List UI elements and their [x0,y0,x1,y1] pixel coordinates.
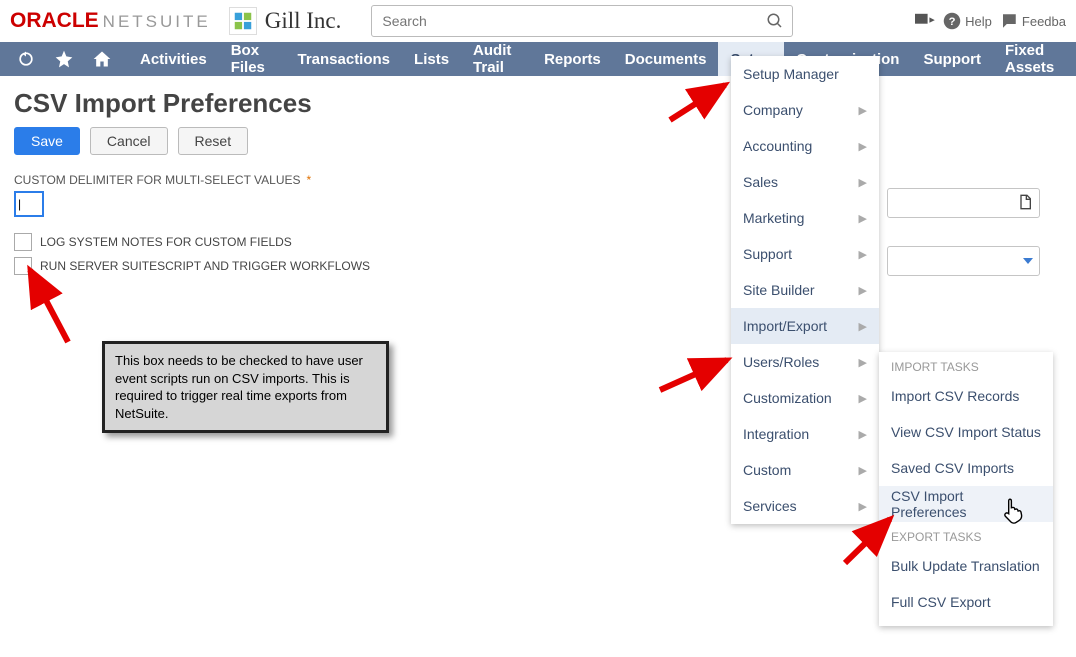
side-input-1[interactable] [887,188,1040,218]
chevron-right-icon: ▶ [859,248,867,261]
setup-menu-import-export[interactable]: Import/Export▶ [731,308,879,344]
submenu-import-csv-records[interactable]: Import CSV Records [879,378,1053,414]
document-icon [1017,194,1033,213]
setup-menu-site-builder[interactable]: Site Builder▶ [731,272,879,308]
caret-down-icon [1023,258,1033,264]
setup-menu-custom[interactable]: Custom▶ [731,452,879,488]
nav-transactions[interactable]: Transactions [285,42,402,76]
side-select-1[interactable] [887,246,1040,276]
setup-menu-sales[interactable]: Sales▶ [731,164,879,200]
submenu-csv-import-preferences[interactable]: CSV Import Preferences [879,486,1053,522]
chevron-right-icon: ▶ [859,320,867,333]
role-switcher[interactable] [913,12,935,30]
company-name: Gill Inc. [265,8,342,34]
setup-menu-support[interactable]: Support▶ [731,236,879,272]
nav-box-files[interactable]: Box Files [219,42,286,76]
company-block[interactable]: Gill Inc. [229,7,342,35]
search-icon[interactable] [766,12,784,30]
home-icon[interactable] [92,49,112,69]
cursor-icon [1000,497,1026,525]
setup-menu-customization[interactable]: Customization▶ [731,380,879,416]
annotation-arrow [665,80,735,125]
import-export-submenu: IMPORT TASKS Import CSV RecordsView CSV … [879,352,1053,626]
checkbox2-label: RUN SERVER SUITESCRIPT AND TRIGGER WORKF… [40,259,370,273]
page-title: CSV Import Preferences [14,88,1062,119]
annotation-arrow [655,350,735,395]
chevron-right-icon: ▶ [859,284,867,297]
search-input[interactable] [380,12,766,30]
setup-menu-accounting[interactable]: Accounting▶ [731,128,879,164]
setup-menu-users-roles[interactable]: Users/Roles▶ [731,344,879,380]
chevron-right-icon: ▶ [859,464,867,477]
setup-dropdown: Setup ManagerCompany▶Accounting▶Sales▶Ma… [731,56,879,524]
cancel-button[interactable]: Cancel [90,127,168,155]
setup-menu-company[interactable]: Company▶ [731,92,879,128]
setup-menu-marketing[interactable]: Marketing▶ [731,200,879,236]
help-label: Help [965,14,992,29]
chevron-right-icon: ▶ [859,392,867,405]
feedback-link[interactable]: Feedba [1000,12,1066,30]
nav-fixed-assets[interactable]: Fixed Assets [993,42,1076,76]
delimiter-label: CUSTOM DELIMITER FOR MULTI-SELECT VALUES… [14,173,1062,187]
submenu-bulk-update-translation[interactable]: Bulk Update Translation [879,548,1053,584]
setup-menu-setup-manager[interactable]: Setup Manager [731,56,879,92]
star-icon[interactable] [54,49,74,69]
chevron-right-icon: ▶ [859,356,867,369]
company-icon [229,7,257,35]
setup-menu-integration[interactable]: Integration▶ [731,416,879,452]
chevron-right-icon: ▶ [859,428,867,441]
feedback-label: Feedba [1022,14,1066,29]
main-navbar: ActivitiesBox FilesTransactionsListsAudi… [0,42,1076,76]
chevron-right-icon: ▶ [859,176,867,189]
chevron-right-icon: ▶ [859,140,867,153]
search-box[interactable] [371,5,793,37]
submenu-header-export: EXPORT TASKS [879,522,1053,548]
nav-audit-trail[interactable]: Audit Trail [461,42,532,76]
annotation-callout: This box needs to be checked to have use… [102,341,389,433]
save-button[interactable]: Save [14,127,80,155]
submenu-saved-csv-imports[interactable]: Saved CSV Imports [879,450,1053,486]
submenu-header-import: IMPORT TASKS [879,352,1053,378]
history-icon[interactable] [16,49,36,69]
svg-text:?: ? [949,16,956,28]
nav-documents[interactable]: Documents [613,42,719,76]
nav-activities[interactable]: Activities [128,42,219,76]
oracle-logo: ORACLE [10,9,99,33]
nav-reports[interactable]: Reports [532,42,613,76]
checkbox-log-system-notes[interactable] [14,233,32,251]
nav-lists[interactable]: Lists [402,42,461,76]
brand-logo: ORACLE NETSUITE [10,9,211,33]
chevron-right-icon: ▶ [859,212,867,225]
reset-button[interactable]: Reset [178,127,249,155]
submenu-view-csv-import-status[interactable]: View CSV Import Status [879,414,1053,450]
annotation-arrow [20,262,75,347]
nav-support[interactable]: Support [911,42,993,76]
checkbox1-label: LOG SYSTEM NOTES FOR CUSTOM FIELDS [40,235,292,249]
help-link[interactable]: ? Help [943,12,992,30]
delimiter-input[interactable] [14,191,44,217]
submenu-full-csv-export[interactable]: Full CSV Export [879,584,1053,620]
chevron-right-icon: ▶ [859,500,867,513]
netsuite-logo: NETSUITE [103,12,211,32]
chevron-right-icon: ▶ [859,104,867,117]
annotation-arrow [840,513,900,568]
